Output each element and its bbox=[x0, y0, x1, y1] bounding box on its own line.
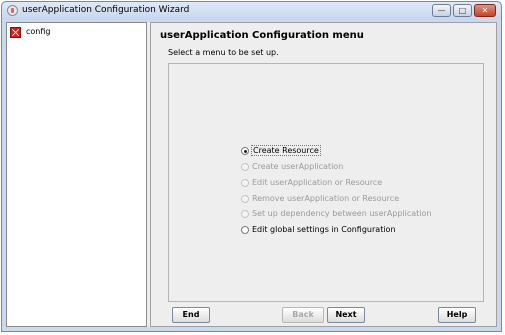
maximize-button[interactable]: □ bbox=[453, 4, 472, 17]
close-button[interactable]: ✕ bbox=[474, 4, 496, 17]
radio-icon bbox=[241, 163, 249, 171]
menu-panel: userApplication Configuration menu Selec… bbox=[150, 22, 497, 327]
client-area: config userApplication Configuration men… bbox=[6, 22, 497, 327]
minimize-button[interactable]: — bbox=[432, 4, 451, 17]
tree-item-label: config bbox=[26, 27, 51, 36]
java-app-icon bbox=[7, 5, 18, 16]
option-label: Remove userApplication or Resource bbox=[252, 194, 400, 203]
help-button[interactable]: Help bbox=[438, 307, 476, 323]
config-tree[interactable]: config bbox=[6, 22, 147, 327]
instruction-text: Select a menu to be set up. bbox=[168, 48, 279, 57]
title-bar[interactable]: userApplication Configuration Wizard — □… bbox=[2, 2, 501, 20]
radio-icon bbox=[241, 210, 249, 218]
radio-icon[interactable] bbox=[241, 226, 249, 234]
radio-selected-icon[interactable] bbox=[241, 147, 249, 155]
option-label: Set up dependency between userApplicatio… bbox=[252, 209, 432, 218]
next-button[interactable]: Next bbox=[327, 307, 365, 323]
menu-options-group: Create Resource Create userApplication E… bbox=[168, 63, 484, 302]
page-title: userApplication Configuration menu bbox=[160, 30, 364, 41]
option-label: Create userApplication bbox=[252, 162, 344, 171]
end-button[interactable]: End bbox=[172, 307, 210, 323]
option-label: Create Resource bbox=[251, 145, 321, 156]
option-label: Edit userApplication or Resource bbox=[252, 178, 383, 187]
option-label: Edit global settings in Configuration bbox=[252, 225, 396, 234]
back-button: Back bbox=[282, 307, 324, 323]
wizard-window: userApplication Configuration Wizard — □… bbox=[1, 1, 502, 332]
window-title: userApplication Configuration Wizard bbox=[22, 5, 190, 15]
config-icon bbox=[10, 27, 21, 38]
radio-icon bbox=[241, 195, 249, 203]
radio-icon bbox=[241, 179, 249, 187]
